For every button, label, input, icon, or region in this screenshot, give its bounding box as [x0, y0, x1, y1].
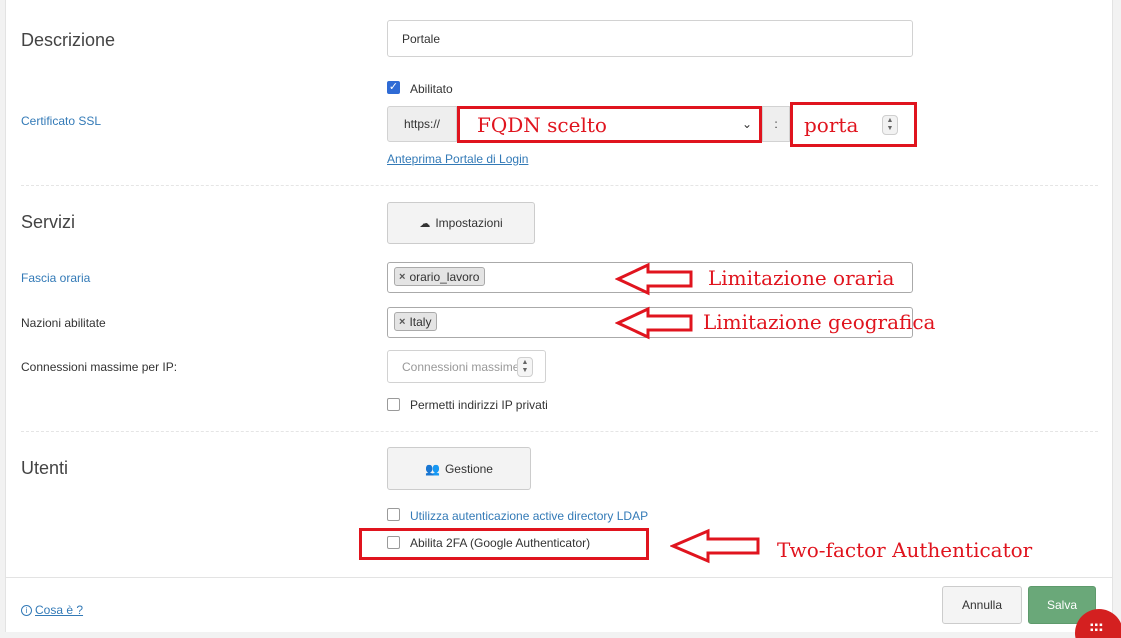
ssl-enabled-checkbox[interactable]: ✓ — [387, 81, 400, 94]
ssl-certificate-label: Certificato SSL — [21, 114, 102, 128]
port-input[interactable]: porta ▲ ▼ — [790, 102, 917, 147]
port-spinner-icon[interactable]: ▲ ▼ — [882, 115, 898, 135]
ssl-enabled-label: Abilitato — [410, 82, 453, 96]
help-link-text[interactable]: Cosa è ? — [35, 603, 83, 617]
port-input-value: porta — [804, 112, 859, 137]
grid-icon: ▪▪▪ ▪▪▪ — [1090, 620, 1104, 636]
users-icon: 👥 — [425, 461, 440, 476]
max-connections-input[interactable]: Connessioni massime ▲ ▼ — [387, 350, 546, 383]
login-portal-preview-link[interactable]: Anteprima Portale di Login — [387, 152, 528, 166]
cloud-icon: ☁ — [419, 217, 431, 230]
max-connections-spinner-icon[interactable]: ▲ ▼ — [517, 357, 533, 377]
fascia-oraria-label: Fascia oraria — [21, 271, 91, 285]
scheme-addon: https:// — [387, 106, 457, 142]
twofa-checkbox[interactable] — [387, 536, 400, 549]
max-connections-label: Connessioni massime per IP: — [21, 360, 178, 374]
nazioni-tag[interactable]: × Italy — [394, 312, 438, 331]
remove-tag-icon[interactable]: × — [399, 271, 405, 283]
private-ip-label: Permetti indirizzi IP privati — [410, 398, 548, 412]
fqdn-select-value: FQDN scelto — [477, 112, 607, 137]
fascia-tag[interactable]: × orario_lavoro — [394, 267, 486, 286]
port-separator-text: : — [774, 117, 778, 131]
annotation-orario: Limitazione oraria — [708, 266, 895, 290]
cancel-button-label: Annulla — [961, 598, 1003, 612]
arrow-left-icon — [615, 306, 693, 340]
footer-divider — [6, 577, 1112, 578]
impostazioni-button[interactable]: ☁ Impostazioni — [387, 202, 535, 244]
ldap-label: Utilizza autenticazione active directory… — [410, 509, 649, 523]
cancel-button[interactable]: Annulla — [942, 586, 1022, 624]
fqdn-select[interactable]: FQDN scelto ⌄ — [457, 106, 762, 143]
max-connections-placeholder: Connessioni massime — [402, 359, 519, 374]
apps-launcher[interactable]: ▪▪▪ ▪▪▪ — [1075, 609, 1121, 638]
section-title-utenti: Utenti — [21, 458, 69, 478]
separator-1 — [21, 185, 1098, 186]
arrow-left-icon — [670, 528, 760, 564]
twofa-label: Abilita 2FA (Google Authenticator) — [410, 536, 591, 550]
nazioni-tag-label: Italy — [409, 314, 432, 329]
annotation-geo: Limitazione geografica — [703, 310, 936, 334]
annotation-twofa: Two-factor Authenticator — [777, 538, 1033, 562]
gestione-button-label: Gestione — [444, 461, 493, 476]
separator-2 — [21, 431, 1098, 432]
chevron-down-icon: ⌄ — [741, 117, 752, 131]
ldap-checkbox[interactable] — [387, 508, 400, 521]
section-title-servizi: Servizi — [21, 212, 76, 232]
impostazioni-button-label: Impostazioni — [435, 216, 503, 230]
nazioni-label: Nazioni abilitate — [21, 316, 106, 330]
description-value: Portale — [402, 31, 441, 46]
fascia-tag-label: orario_lavoro — [409, 269, 480, 284]
port-separator: : — [762, 106, 790, 142]
private-ip-checkbox[interactable] — [387, 398, 400, 411]
info-icon: i — [21, 604, 32, 616]
save-button-label: Salva — [1046, 598, 1078, 612]
section-title-descrizione: Descrizione — [21, 30, 116, 50]
help-link[interactable]: i Cosa è ? — [21, 603, 83, 617]
remove-tag-icon[interactable]: × — [399, 316, 405, 328]
arrow-left-icon — [615, 262, 693, 296]
scheme-text: https:// — [403, 117, 441, 131]
description-input[interactable]: Portale — [387, 20, 913, 57]
gestione-button[interactable]: 👥 Gestione — [387, 447, 531, 490]
